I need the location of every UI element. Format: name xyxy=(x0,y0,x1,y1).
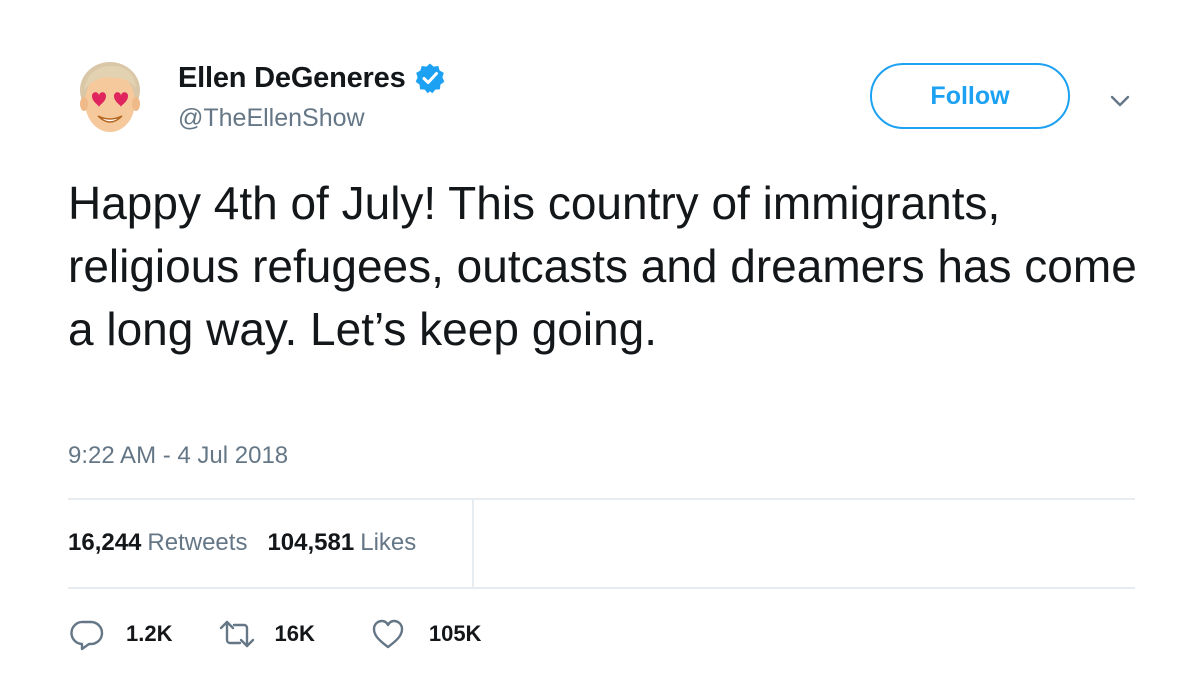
retweets-stat[interactable]: 16,244 Retweets xyxy=(68,529,247,557)
heart-icon[interactable] xyxy=(371,617,405,651)
tweet-text: Happy 4th of July! This country of immig… xyxy=(68,177,1137,355)
tweet-actions: 1.2K 16K 105K xyxy=(70,616,481,652)
author-display-name[interactable]: Ellen DeGeneres xyxy=(178,62,406,95)
retweet-action[interactable]: 16K xyxy=(218,617,315,651)
tweet-timestamp[interactable]: 9:22 AM - 4 Jul 2018 xyxy=(68,442,288,470)
reply-count: 1.2K xyxy=(126,621,173,646)
follow-button[interactable]: Follow xyxy=(870,63,1070,129)
like-count: 105K xyxy=(428,621,482,646)
author-name-row: Ellen DeGeneres xyxy=(178,58,446,98)
retweets-label: Retweets xyxy=(147,529,248,556)
reply-action[interactable]: 1.2K xyxy=(70,617,172,651)
like-action[interactable]: 105K xyxy=(371,617,482,651)
retweet-icon[interactable] xyxy=(218,617,256,651)
reply-icon[interactable] xyxy=(70,617,104,651)
stats-vertical-divider xyxy=(472,500,474,588)
author-block[interactable]: Ellen DeGeneres @TheEllenShow xyxy=(178,58,446,133)
likes-stat[interactable]: 104,581 Likes xyxy=(267,529,416,557)
author-handle[interactable]: @TheEllenShow xyxy=(178,104,446,133)
likes-label: Likes xyxy=(360,529,417,556)
verified-badge-icon xyxy=(415,63,444,94)
retweets-count: 16,244 xyxy=(68,529,142,556)
divider-top xyxy=(68,498,1135,500)
chevron-down-icon[interactable] xyxy=(1105,86,1135,116)
tweet-stats: 16,244 Retweets 104,581 Likes xyxy=(68,529,416,557)
retweet-count: 16K xyxy=(274,621,315,646)
avatar[interactable] xyxy=(68,56,152,140)
heart-eyes-emoji-avatar-icon xyxy=(80,62,140,132)
divider-bottom xyxy=(68,587,1135,589)
likes-count: 104,581 xyxy=(267,529,355,556)
